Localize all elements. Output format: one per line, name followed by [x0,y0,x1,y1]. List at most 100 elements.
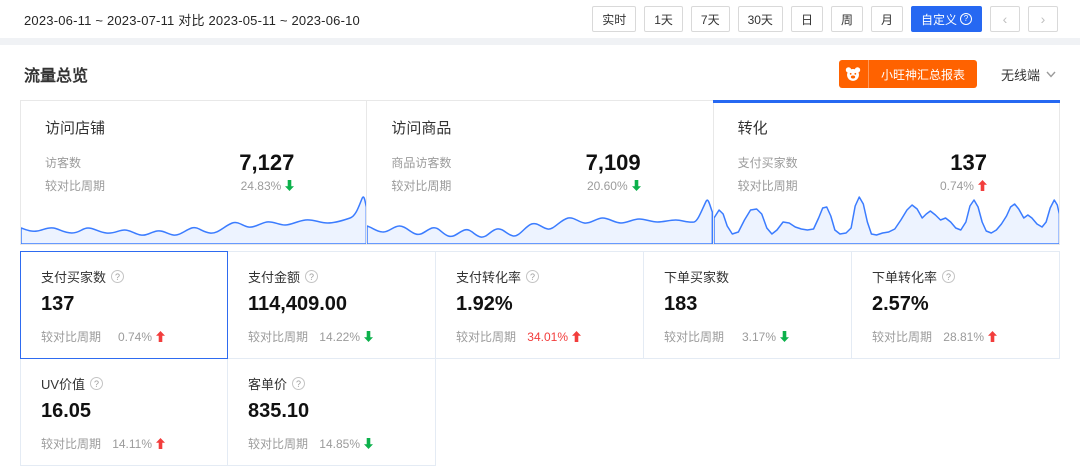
tab-visit-shop[interactable]: 访问店铺 访客数 7,127 较对比周期 24.83% [21,101,367,244]
solid-arrow-up [156,438,165,449]
compare-label: 较对比周期 [248,435,308,452]
report-button-label: 小旺神汇总报表 [869,60,977,88]
change-badge: 14.85% [319,437,373,451]
metric-title: 下单转化率 ? [872,267,1039,286]
change-badge: 14.22% [319,330,373,344]
change-badge: 20.60% [586,179,641,193]
metric-cell-pay-conversion-rate[interactable]: 支付转化率 ? 1.92% 较对比周期 34.01% [436,251,644,359]
channel-selector-value: 无线端 [1001,65,1040,84]
question-circle-icon[interactable]: ? [111,270,124,283]
tab-visit-item[interactable]: 访问商品 商品访客数 7,109 较对比周期 20.60% [367,101,713,244]
question-circle-icon[interactable]: ? [305,270,318,283]
period-button-realtime[interactable]: 实时 [592,6,636,32]
chevron-left-icon: ‹ [1003,11,1008,27]
metric-value: 835.10 [248,400,415,423]
custom-button-label: 自定义 [921,11,957,28]
metric-value: 114,409.00 [248,293,415,316]
period-button-month[interactable]: 月 [871,6,903,32]
change-badge: 0.74% [118,330,165,344]
prev-period-button[interactable]: ‹ [990,6,1020,32]
metric-value: 1.92% [456,293,623,316]
metric-value: 137 [940,150,987,175]
date-range-display[interactable]: 2023-06-11 ~ 2023-07-11 对比 2023-05-11 ~ … [24,10,360,29]
compare-label: 较对比周期 [664,328,724,345]
next-period-button[interactable]: › [1028,6,1058,32]
question-circle-icon[interactable]: ? [942,270,955,283]
chevron-right-icon: › [1041,11,1046,27]
period-button-30day[interactable]: 30天 [738,6,783,32]
tab-title: 访问商品 [391,117,712,138]
metric-title-label: 下单转化率 [872,267,937,286]
metric-grid: 支付买家数 ? 137 较对比周期 0.74% 支付金额 ? 114,409.0… [20,251,1060,466]
solid-arrow-down [364,438,373,449]
solid-arrow-down [780,331,789,342]
metric-cell-pay-buyers[interactable]: 支付买家数 ? 137 较对比周期 0.74% [20,251,228,359]
solid-arrow-down [364,331,373,342]
metric-title-label: 客单价 [248,374,287,393]
metric-cell-pay-amount[interactable]: 支付金额 ? 114,409.00 较对比周期 14.22% [228,251,436,359]
change-value: 20.60% [587,179,628,193]
metric-cell-order-conversion-rate[interactable]: 下单转化率 ? 2.57% 较对比周期 28.81% [852,251,1060,359]
compare-row: 较对比周期 34.01% [456,328,623,345]
metric-cell-order-buyers[interactable]: 下单买家数 183 较对比周期 3.17% [644,251,852,359]
channel-selector[interactable]: 无线端 [1001,65,1056,84]
change-value: 0.74% [940,179,974,193]
section-header: 流量总览 小旺神汇总报表 无线端 [0,45,1080,100]
solid-arrow-up [572,331,581,342]
compare-label: 较对比周期 [872,328,932,345]
period-button-week[interactable]: 周 [831,6,863,32]
metric-cell-uv-value[interactable]: UV价值 ? 16.05 较对比周期 14.11% [20,359,228,466]
period-button-1day[interactable]: 1天 [644,6,683,32]
compare-label: 较对比周期 [41,435,101,452]
change-value: 14.11% [112,437,152,451]
metric-title-label: 下单买家数 [664,267,729,286]
metric-title-label: 支付金额 [248,267,300,286]
tab-metric-block: 商品访客数 7,109 较对比周期 20.60% [391,150,712,194]
metric-title: 支付买家数 ? [41,267,207,286]
change-value: 14.85% [319,437,360,451]
period-button-custom[interactable]: 自定义 ? [911,6,982,32]
compare-row: 较对比周期 0.74% [41,328,207,345]
overview-tab-cards: 访问店铺 访客数 7,127 较对比周期 24.83% 访问商品 商品访客数 7… [20,100,1060,245]
compare-row: 较对比周期 14.85% [248,435,415,452]
question-circle-icon[interactable]: ? [90,377,103,390]
metric-label: 支付买家数 [738,154,940,171]
question-circle-icon[interactable]: ? [292,377,305,390]
change-value: 34.01% [527,330,568,344]
metric-title: 客单价 ? [248,374,415,393]
metric-cell-avg-order-value[interactable]: 客单价 ? 835.10 较对比周期 14.85% [228,359,436,466]
tab-metric-block: 支付买家数 137 较对比周期 0.74% [738,150,1059,194]
change-value: 28.81% [943,330,984,344]
toolbar-divider [0,38,1080,45]
metric-value: 137 [41,293,207,316]
compare-row: 较对比周期 3.17% [664,328,831,345]
metric-title: 支付金额 ? [248,267,415,286]
metric-title-label: 支付转化率 [456,267,521,286]
change-badge: 14.11% [112,437,165,451]
solid-arrow-down [285,180,294,191]
metric-title: UV价值 ? [41,374,207,393]
metric-title: 支付转化率 ? [456,267,623,286]
metric-value: 16.05 [41,400,207,423]
period-button-day[interactable]: 日 [791,6,823,32]
wangshen-report-button[interactable]: 小旺神汇总报表 [839,60,977,88]
metric-title-label: 支付买家数 [41,267,106,286]
metric-title: 下单买家数 [664,267,831,286]
wangshen-mascot-icon [839,60,869,88]
tab-conversion[interactable]: 转化 支付买家数 137 较对比周期 0.74% [714,101,1059,244]
solid-arrow-down [632,180,641,191]
change-badge: 24.83% [239,179,294,193]
metric-value: 2.57% [872,293,1039,316]
question-circle-icon[interactable]: ? [526,270,539,283]
top-toolbar: 2023-06-11 ~ 2023-07-11 对比 2023-05-11 ~ … [0,0,1080,38]
compare-row: 较对比周期 14.22% [248,328,415,345]
change-badge: 28.81% [943,330,997,344]
metric-value: 7,127 [239,150,294,175]
compare-row: 较对比周期 28.81% [872,328,1039,345]
period-button-7day[interactable]: 7天 [691,6,730,32]
tab-title: 访问店铺 [45,117,366,138]
tab-title: 转化 [738,117,1059,138]
page-title: 流量总览 [24,62,88,86]
metric-label: 商品访客数 [391,154,585,171]
metric-value: 183 [664,293,831,316]
